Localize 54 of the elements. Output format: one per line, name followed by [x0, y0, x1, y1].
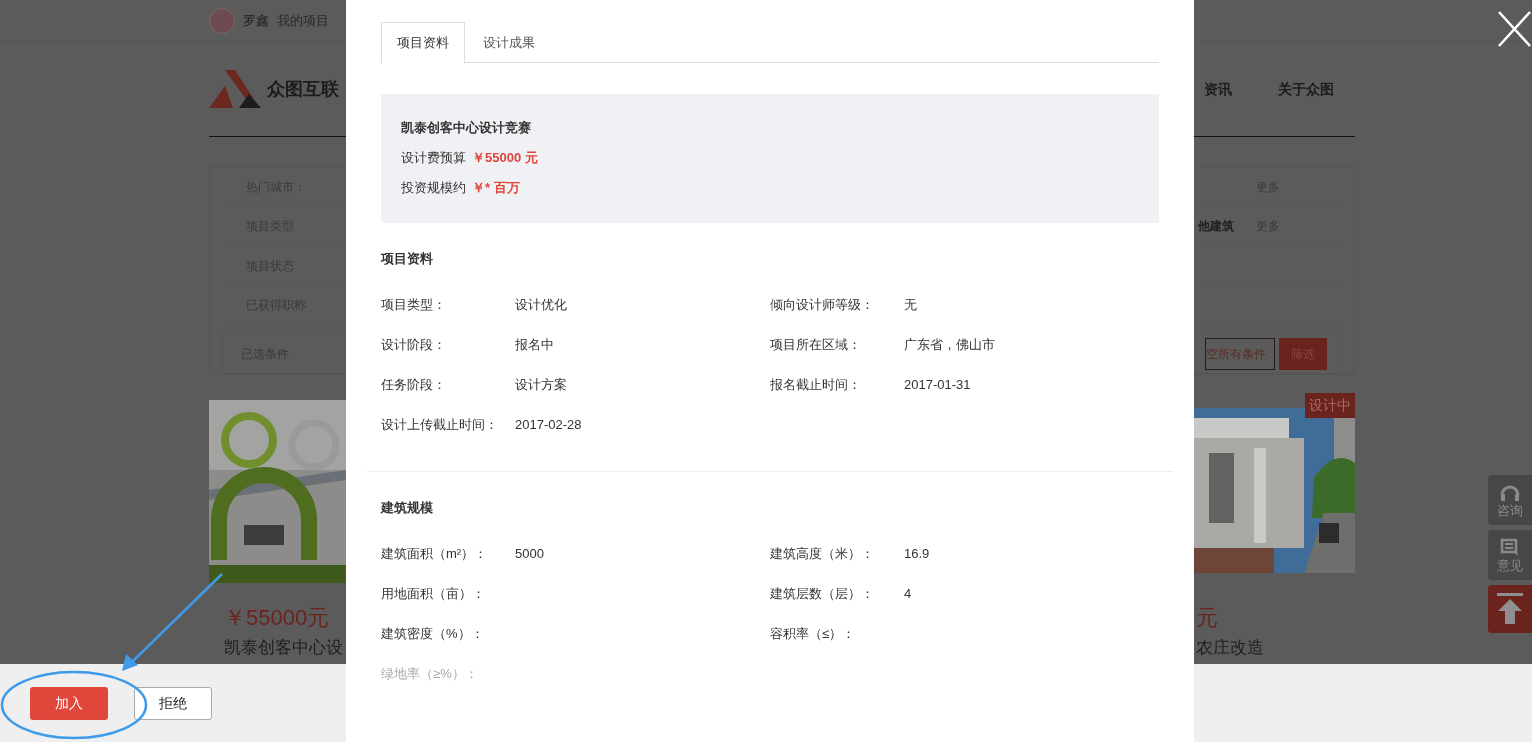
arrow-up-icon [1497, 593, 1523, 625]
card-title[interactable]: 农庄改造 [1196, 633, 1264, 663]
field-label: 容积率（≤）： [770, 625, 857, 644]
summary-label: 设计费预算 [401, 149, 466, 167]
tab[interactable]: 设计成果 [465, 22, 553, 63]
decline-button[interactable]: 拒绝 [134, 686, 212, 720]
card-title[interactable]: 凯泰创客中心设 [224, 633, 343, 663]
field-label: 项目类型： [381, 296, 447, 315]
section-title: 建筑规模 [381, 499, 434, 517]
field-label: 建筑层数（层）： [770, 585, 875, 604]
consult-button[interactable]: 咨询 [1488, 475, 1532, 525]
avatar-icon [209, 7, 235, 34]
close-icon[interactable] [1497, 10, 1532, 48]
field-label: 报名截止时间： [770, 376, 862, 395]
nav-link[interactable]: 关于众图 [1278, 78, 1334, 100]
field-label: 建筑高度（米）： [770, 545, 875, 564]
field-value: 4 [904, 585, 912, 604]
field-value: 16.9 [904, 545, 930, 564]
field-value: 设计优化 [515, 296, 567, 315]
summary-value: ￥* 百万 [472, 179, 520, 197]
field-label: 设计上传截止时间： [381, 416, 499, 435]
user-name[interactable]: 罗鑫 [243, 10, 269, 31]
project-card[interactable]: ￥55000元 凯泰创客中心设 [209, 400, 346, 663]
field-value: 2017-02-28 [515, 416, 582, 435]
field-label: 设计阶段： [381, 336, 447, 355]
field-value: 设计方案 [515, 376, 567, 395]
tab[interactable]: 项目资料 [381, 22, 465, 64]
summary-value: ￥55000 元 [472, 149, 538, 167]
field-label: 建筑面积（m²）： [381, 545, 489, 564]
feedback-button[interactable]: 意见 [1488, 530, 1532, 580]
status-badge: 设计中 [1305, 393, 1355, 418]
project-title: 凯泰创客中心设计竞赛 [401, 119, 532, 137]
field-label: 用地面积（亩）： [381, 585, 486, 604]
card-price: 元 [1196, 604, 1218, 632]
filter-option[interactable]: 他建筑 [1198, 217, 1234, 236]
project-card[interactable]: 设计中 元 农庄改造 [1194, 393, 1355, 663]
nav-link[interactable]: 资讯 [1204, 78, 1232, 100]
card-price: ￥55000元 [224, 604, 330, 632]
chat-icon [1499, 537, 1521, 558]
field-value: 报名中 [515, 336, 554, 355]
back-to-top-button[interactable] [1488, 585, 1532, 633]
field-label: 任务阶段： [381, 376, 447, 395]
summary-label: 投资规模约 [401, 179, 466, 197]
field-value: 无 [904, 296, 917, 315]
field-label: 建筑密度（%）： [381, 625, 485, 644]
field-label: 绿地率（≥%）： [381, 665, 479, 684]
section-title: 项目资料 [381, 250, 434, 268]
field-value: 2017-01-31 [904, 376, 971, 395]
site-logo[interactable]: 众图互联 [209, 68, 339, 110]
join-button[interactable]: 加入 [30, 686, 108, 720]
field-value: 广东省，佛山市 [904, 336, 995, 355]
field-label: 倾向设计师等级： [770, 296, 875, 315]
field-value: 5000 [515, 545, 544, 564]
field-label: 项目所在区域： [770, 336, 862, 355]
